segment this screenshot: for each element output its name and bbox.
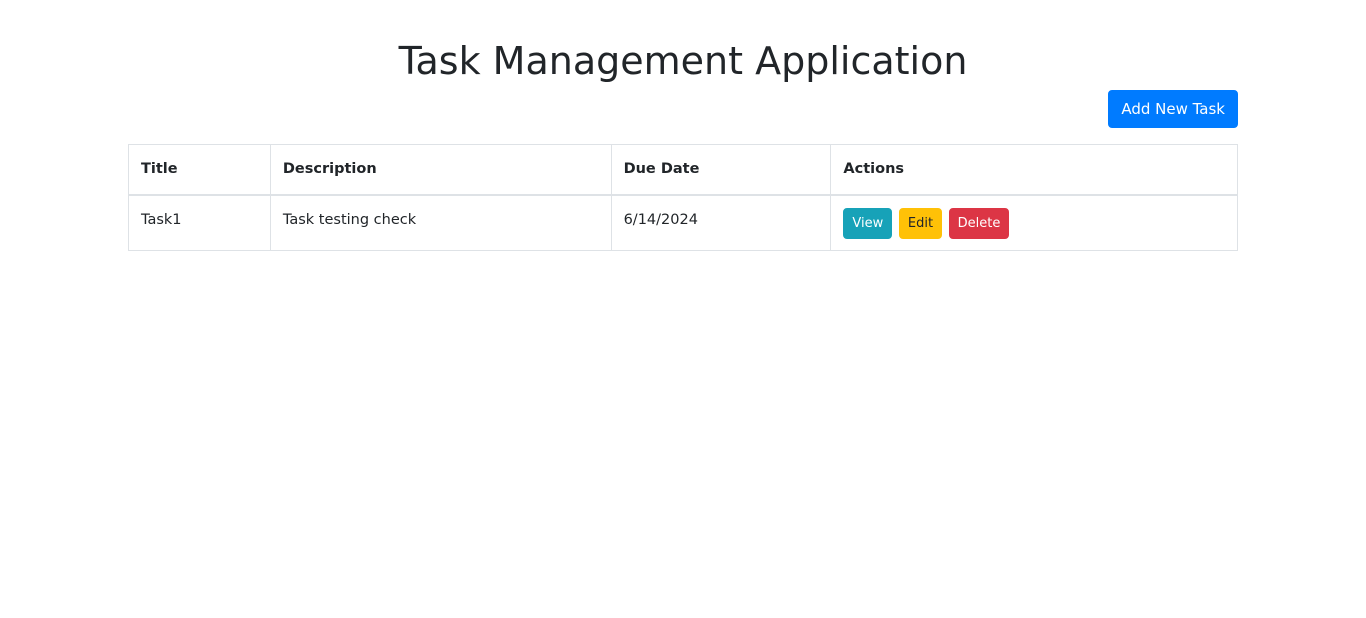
main-container: Task Management Application Add New Task…: [128, 0, 1238, 251]
tasks-table: Title Description Due Date Actions Task1…: [128, 144, 1238, 251]
column-header-description: Description: [269, 144, 612, 196]
table-header: Title Description Due Date Actions: [128, 144, 1238, 196]
column-header-title: Title: [128, 144, 271, 196]
edit-task-button[interactable]: Edit: [898, 207, 943, 239]
page-title: Task Management Application: [398, 39, 968, 83]
column-header-actions: Actions: [830, 144, 1238, 196]
task-description-cell: Task testing check: [269, 194, 612, 251]
add-new-task-button[interactable]: Add New Task: [1108, 90, 1238, 128]
table-body: Task1 Task testing check 6/14/2024 View …: [128, 194, 1238, 251]
column-header-due-date: Due Date: [610, 144, 832, 196]
view-task-button[interactable]: View: [843, 207, 893, 239]
task-due-date-cell: 6/14/2024: [610, 194, 832, 251]
task-actions-cell: View Edit Delete: [830, 194, 1238, 251]
table-header-row: Title Description Due Date Actions: [128, 144, 1238, 196]
toolbar: Add New Task: [128, 90, 1238, 144]
task-title-cell: Task1: [128, 194, 271, 251]
delete-task-button[interactable]: Delete: [948, 207, 1010, 239]
table-row: Task1 Task testing check 6/14/2024 View …: [128, 194, 1238, 251]
